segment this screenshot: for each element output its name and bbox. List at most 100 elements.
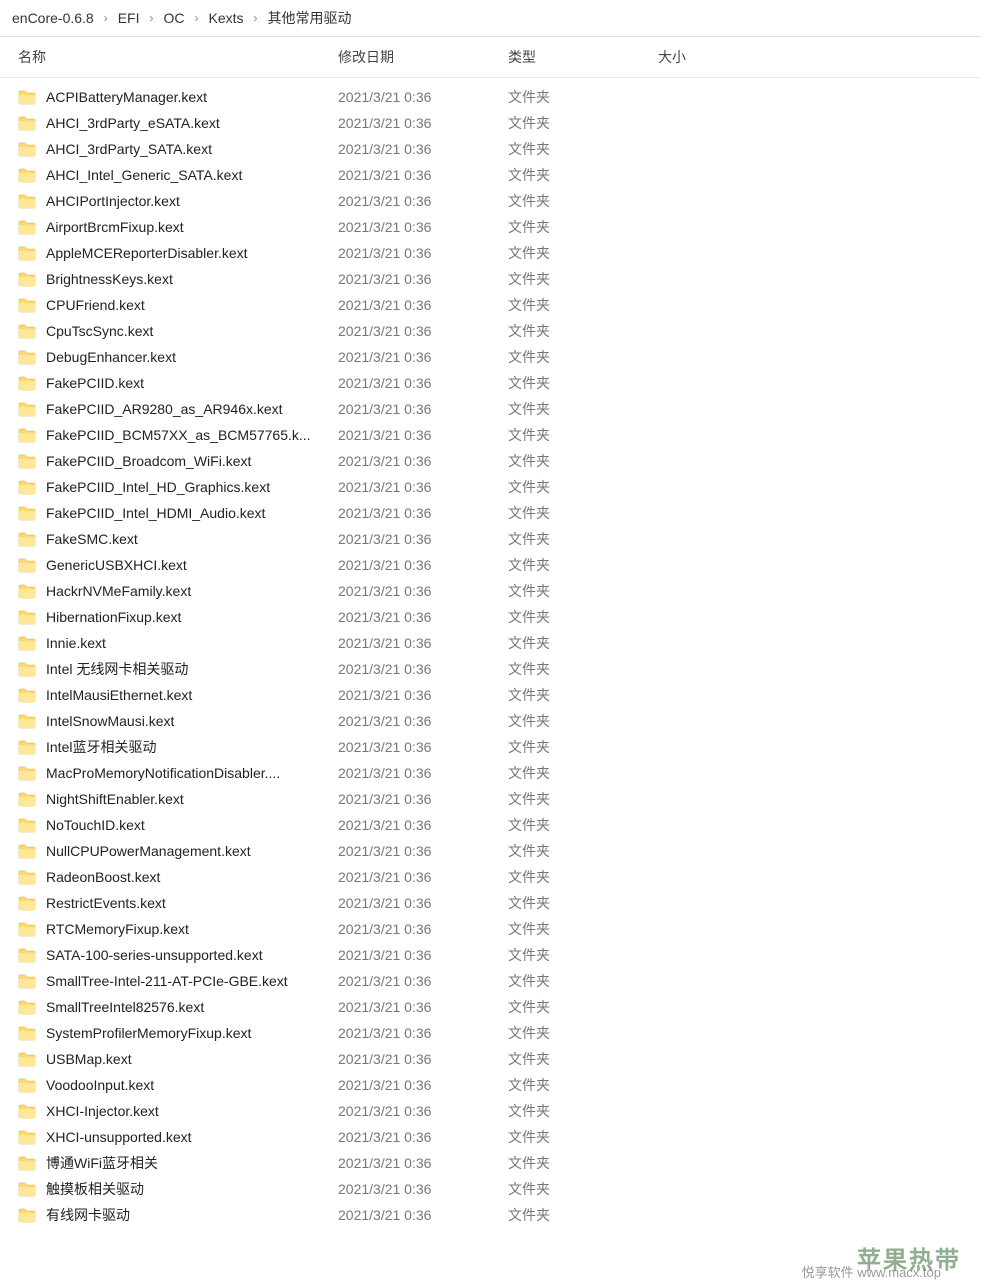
list-item[interactable]: NightShiftEnabler.kext2021/3/21 0:36文件夹: [0, 786, 981, 812]
list-item[interactable]: MacProMemoryNotificationDisabler....2021…: [0, 760, 981, 786]
list-item[interactable]: RadeonBoost.kext2021/3/21 0:36文件夹: [0, 864, 981, 890]
file-type: 文件夹: [508, 555, 658, 575]
list-item[interactable]: AirportBrcmFixup.kext2021/3/21 0:36文件夹: [0, 214, 981, 240]
folder-icon: [18, 999, 36, 1015]
folder-icon: [18, 531, 36, 547]
list-item[interactable]: USBMap.kext2021/3/21 0:36文件夹: [0, 1046, 981, 1072]
file-type: 文件夹: [508, 659, 658, 679]
folder-icon: [18, 323, 36, 339]
list-item[interactable]: AHCI_3rdParty_SATA.kext2021/3/21 0:36文件夹: [0, 136, 981, 162]
list-item[interactable]: FakeSMC.kext2021/3/21 0:36文件夹: [0, 526, 981, 552]
file-date: 2021/3/21 0:36: [338, 1077, 508, 1093]
list-item[interactable]: AHCI_Intel_Generic_SATA.kext2021/3/21 0:…: [0, 162, 981, 188]
list-item[interactable]: RTCMemoryFixup.kext2021/3/21 0:36文件夹: [0, 916, 981, 942]
file-name: GenericUSBXHCI.kext: [46, 557, 338, 573]
file-type: 文件夹: [508, 1205, 658, 1225]
list-item[interactable]: ACPIBatteryManager.kext2021/3/21 0:36文件夹: [0, 84, 981, 110]
file-name: MacProMemoryNotificationDisabler....: [46, 765, 338, 781]
file-type: 文件夹: [508, 113, 658, 133]
folder-icon: [18, 1103, 36, 1119]
file-type: 文件夹: [508, 373, 658, 393]
file-date: 2021/3/21 0:36: [338, 999, 508, 1015]
list-item[interactable]: SmallTreeIntel82576.kext2021/3/21 0:36文件…: [0, 994, 981, 1020]
list-item[interactable]: SmallTree-Intel-211-AT-PCIe-GBE.kext2021…: [0, 968, 981, 994]
breadcrumb-item[interactable]: enCore-0.6.8: [8, 8, 98, 28]
list-item[interactable]: FakePCIID_Intel_HDMI_Audio.kext2021/3/21…: [0, 500, 981, 526]
list-item[interactable]: HackrNVMeFamily.kext2021/3/21 0:36文件夹: [0, 578, 981, 604]
file-type: 文件夹: [508, 1179, 658, 1199]
list-item[interactable]: FakePCIID_Broadcom_WiFi.kext2021/3/21 0:…: [0, 448, 981, 474]
file-name: AHCIPortInjector.kext: [46, 193, 338, 209]
file-type: 文件夹: [508, 347, 658, 367]
file-date: 2021/3/21 0:36: [338, 973, 508, 989]
list-item[interactable]: SATA-100-series-unsupported.kext2021/3/2…: [0, 942, 981, 968]
list-item[interactable]: AHCIPortInjector.kext2021/3/21 0:36文件夹: [0, 188, 981, 214]
file-name: FakePCIID_Intel_HD_Graphics.kext: [46, 479, 338, 495]
list-item[interactable]: FakePCIID_BCM57XX_as_BCM57765.k...2021/3…: [0, 422, 981, 448]
list-item[interactable]: DebugEnhancer.kext2021/3/21 0:36文件夹: [0, 344, 981, 370]
list-item[interactable]: VoodooInput.kext2021/3/21 0:36文件夹: [0, 1072, 981, 1098]
file-type: 文件夹: [508, 997, 658, 1017]
file-type: 文件夹: [508, 711, 658, 731]
header-type[interactable]: 类型: [508, 47, 658, 67]
list-item[interactable]: NoTouchID.kext2021/3/21 0:36文件夹: [0, 812, 981, 838]
file-name: HackrNVMeFamily.kext: [46, 583, 338, 599]
folder-icon: [18, 349, 36, 365]
header-date[interactable]: 修改日期: [338, 47, 508, 67]
folder-icon: [18, 557, 36, 573]
list-item[interactable]: AppleMCEReporterDisabler.kext2021/3/21 0…: [0, 240, 981, 266]
folder-icon: [18, 1077, 36, 1093]
file-type: 文件夹: [508, 87, 658, 107]
breadcrumb-item[interactable]: 其他常用驱动: [264, 6, 356, 30]
list-item[interactable]: 有线网卡驱动2021/3/21 0:36文件夹: [0, 1202, 981, 1228]
file-type: 文件夹: [508, 737, 658, 757]
file-name: IntelMausiEthernet.kext: [46, 687, 338, 703]
list-item[interactable]: FakePCIID_Intel_HD_Graphics.kext2021/3/2…: [0, 474, 981, 500]
list-item[interactable]: 博通WiFi蓝牙相关2021/3/21 0:36文件夹: [0, 1150, 981, 1176]
header-name[interactable]: 名称: [18, 47, 338, 67]
list-item[interactable]: XHCI-Injector.kext2021/3/21 0:36文件夹: [0, 1098, 981, 1124]
list-item[interactable]: BrightnessKeys.kext2021/3/21 0:36文件夹: [0, 266, 981, 292]
file-date: 2021/3/21 0:36: [338, 349, 508, 365]
file-name: SystemProfilerMemoryFixup.kext: [46, 1025, 338, 1041]
file-type: 文件夹: [508, 399, 658, 419]
list-item[interactable]: Innie.kext2021/3/21 0:36文件夹: [0, 630, 981, 656]
folder-icon: [18, 297, 36, 313]
list-item[interactable]: RestrictEvents.kext2021/3/21 0:36文件夹: [0, 890, 981, 916]
breadcrumb-item[interactable]: Kexts: [205, 8, 248, 28]
list-item[interactable]: IntelSnowMausi.kext2021/3/21 0:36文件夹: [0, 708, 981, 734]
list-item[interactable]: Intel 无线网卡相关驱动2021/3/21 0:36文件夹: [0, 656, 981, 682]
file-name: NightShiftEnabler.kext: [46, 791, 338, 807]
folder-icon: [18, 817, 36, 833]
list-item[interactable]: 触摸板相关驱动2021/3/21 0:36文件夹: [0, 1176, 981, 1202]
file-type: 文件夹: [508, 1153, 658, 1173]
folder-icon: [18, 765, 36, 781]
list-item[interactable]: CpuTscSync.kext2021/3/21 0:36文件夹: [0, 318, 981, 344]
file-type: 文件夹: [508, 321, 658, 341]
list-item[interactable]: SystemProfilerMemoryFixup.kext2021/3/21 …: [0, 1020, 981, 1046]
list-item[interactable]: FakePCIID_AR9280_as_AR946x.kext2021/3/21…: [0, 396, 981, 422]
list-item[interactable]: AHCI_3rdParty_eSATA.kext2021/3/21 0:36文件…: [0, 110, 981, 136]
file-type: 文件夹: [508, 503, 658, 523]
list-item[interactable]: XHCI-unsupported.kext2021/3/21 0:36文件夹: [0, 1124, 981, 1150]
file-type: 文件夹: [508, 269, 658, 289]
list-item[interactable]: CPUFriend.kext2021/3/21 0:36文件夹: [0, 292, 981, 318]
list-item[interactable]: NullCPUPowerManagement.kext2021/3/21 0:3…: [0, 838, 981, 864]
folder-icon: [18, 89, 36, 105]
list-item[interactable]: IntelMausiEthernet.kext2021/3/21 0:36文件夹: [0, 682, 981, 708]
list-item[interactable]: HibernationFixup.kext2021/3/21 0:36文件夹: [0, 604, 981, 630]
file-name: AHCI_Intel_Generic_SATA.kext: [46, 167, 338, 183]
list-item[interactable]: FakePCIID.kext2021/3/21 0:36文件夹: [0, 370, 981, 396]
header-size[interactable]: 大小: [658, 47, 778, 67]
file-type: 文件夹: [508, 945, 658, 965]
file-type: 文件夹: [508, 763, 658, 783]
list-item[interactable]: Intel蓝牙相关驱动2021/3/21 0:36文件夹: [0, 734, 981, 760]
list-item[interactable]: GenericUSBXHCI.kext2021/3/21 0:36文件夹: [0, 552, 981, 578]
file-name: CPUFriend.kext: [46, 297, 338, 313]
file-type: 文件夹: [508, 633, 658, 653]
breadcrumb-item[interactable]: EFI: [114, 8, 144, 28]
file-date: 2021/3/21 0:36: [338, 1207, 508, 1223]
file-name: SmallTreeIntel82576.kext: [46, 999, 338, 1015]
file-name: FakePCIID_AR9280_as_AR946x.kext: [46, 401, 338, 417]
breadcrumb-item[interactable]: OC: [160, 8, 189, 28]
